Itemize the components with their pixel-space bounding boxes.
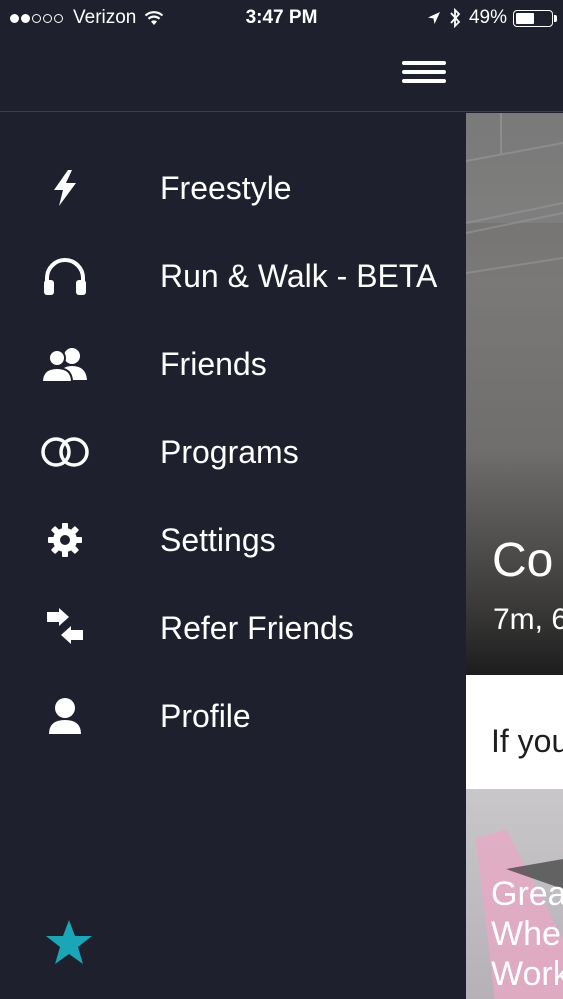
- hero-subtitle: 7m, 6: [493, 603, 563, 636]
- list-item[interactable]: Grea Whe Work: [466, 789, 563, 999]
- status-bar: Verizon 3:47 PM 49%: [0, 0, 563, 36]
- nav-bar: [0, 36, 563, 112]
- menu-label: Friends: [160, 346, 267, 382]
- profile-icon: [38, 694, 92, 738]
- lightning-icon: [38, 166, 92, 210]
- list-item[interactable]: If you: [466, 683, 563, 789]
- menu-label: Profile: [160, 698, 251, 734]
- menu-item-run-walk[interactable]: Run & Walk - BETA: [0, 232, 466, 320]
- menu-label: Programs: [160, 434, 299, 470]
- gear-icon: [38, 518, 92, 562]
- menu-item-freestyle[interactable]: Freestyle: [0, 144, 466, 232]
- menu-item-programs[interactable]: Programs: [0, 408, 466, 496]
- menu-item-friends[interactable]: Friends: [0, 320, 466, 408]
- hero-title: Co: [492, 534, 554, 587]
- star-icon[interactable]: [44, 918, 94, 968]
- programs-icon: [38, 430, 92, 474]
- headphones-icon: [38, 254, 92, 298]
- hero-image: [466, 113, 563, 274]
- menu-item-profile[interactable]: Profile: [0, 672, 466, 760]
- menu-label: Freestyle: [160, 170, 292, 206]
- friends-icon: [38, 342, 92, 386]
- battery-percent: 49%: [468, 7, 507, 28]
- location-arrow-icon: [427, 12, 440, 24]
- refer-arrows-icon: [38, 606, 92, 650]
- bluetooth-icon: [450, 8, 461, 28]
- card-text: If you: [491, 723, 563, 759]
- battery-icon: [513, 9, 557, 27]
- content-panel: Co 7m, 6 If you Grea Whe Work: [466, 113, 563, 999]
- hamburger-icon[interactable]: [402, 60, 448, 86]
- menu-label: Settings: [160, 522, 276, 558]
- menu-label: Run & Walk - BETA: [160, 258, 438, 294]
- card-title: Grea Whe Work: [491, 875, 563, 993]
- menu-item-refer-friends[interactable]: Refer Friends: [0, 584, 466, 672]
- menu-item-settings[interactable]: Settings: [0, 496, 466, 584]
- hero-card[interactable]: Co 7m, 6: [466, 113, 563, 675]
- status-right: 49%: [427, 7, 557, 29]
- menu-label: Refer Friends: [160, 610, 354, 646]
